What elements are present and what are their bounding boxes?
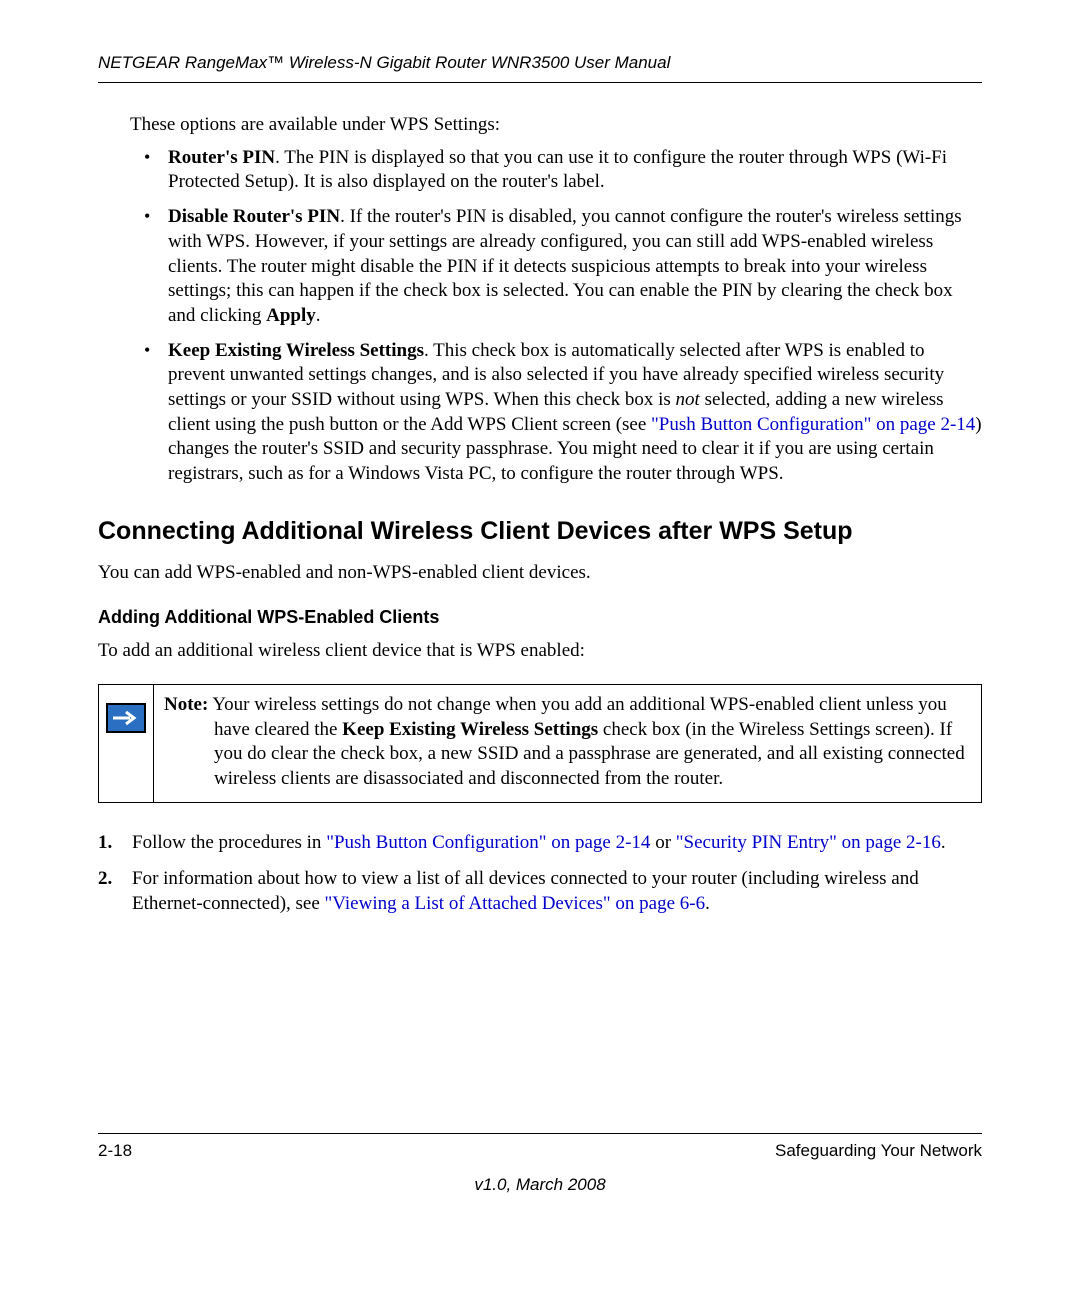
cross-ref-link[interactable]: "Push Button Configuration" on page 2-14 xyxy=(326,832,650,853)
doc-version: v1.0, March 2008 xyxy=(98,1174,982,1196)
note-label: Note: xyxy=(164,694,208,715)
cross-ref-link[interactable]: "Security PIN Entry" on page 2-16 xyxy=(676,832,941,853)
section-name: Safeguarding Your Network xyxy=(775,1140,982,1162)
step-number: 2. xyxy=(98,867,112,892)
note-bold: Keep Existing Wireless Settings xyxy=(342,719,598,740)
body-text: You can add WPS-enabled and non-WPS-enab… xyxy=(98,561,982,586)
emphasis: not xyxy=(676,389,700,410)
list-item: Keep Existing Wireless Settings. This ch… xyxy=(144,339,982,487)
cross-ref-link[interactable]: "Viewing a List of Attached Devices" on … xyxy=(325,893,706,914)
step-text: or xyxy=(650,832,675,853)
option-desc: . The PIN is displayed so that you can u… xyxy=(168,147,947,193)
cross-ref-link[interactable]: "Push Button Configuration" on page 2-14 xyxy=(651,414,975,435)
running-header: NETGEAR RangeMax™ Wireless-N Gigabit Rou… xyxy=(98,52,982,83)
page-footer: 2-18 Safeguarding Your Network v1.0, Mar… xyxy=(98,1133,982,1196)
step-text: Follow the procedures in xyxy=(132,832,326,853)
body-text: To add an additional wireless client dev… xyxy=(98,639,982,664)
option-name: Disable Router's PIN xyxy=(168,206,340,227)
list-item: 1. Follow the procedures in "Push Button… xyxy=(98,831,982,856)
wps-options-list: Router's PIN. The PIN is displayed so th… xyxy=(144,146,982,487)
note-icon-cell xyxy=(99,685,154,802)
note-callout: Note: Your wireless settings do not chan… xyxy=(98,684,982,803)
apply-label: Apply xyxy=(266,305,316,326)
procedure-list: 1. Follow the procedures in "Push Button… xyxy=(98,831,982,917)
step-number: 1. xyxy=(98,831,112,856)
note-content: Note: Your wireless settings do not chan… xyxy=(154,685,981,802)
option-name: Keep Existing Wireless Settings xyxy=(168,340,424,361)
intro-text: These options are available under WPS Se… xyxy=(130,113,982,138)
option-name: Router's PIN xyxy=(168,147,275,168)
arrow-right-icon xyxy=(106,703,146,733)
document-page: NETGEAR RangeMax™ Wireless-N Gigabit Rou… xyxy=(0,0,1080,1296)
list-item: Disable Router's PIN. If the router's PI… xyxy=(144,205,982,328)
option-desc: . xyxy=(316,305,321,326)
page-number: 2-18 xyxy=(98,1140,132,1162)
list-item: Router's PIN. The PIN is displayed so th… xyxy=(144,146,982,195)
step-text: . xyxy=(941,832,946,853)
list-item: 2. For information about how to view a l… xyxy=(98,867,982,916)
section-heading: Connecting Additional Wireless Client De… xyxy=(98,515,982,548)
step-text: . xyxy=(705,893,710,914)
subsection-heading: Adding Additional WPS-Enabled Clients xyxy=(98,606,982,629)
